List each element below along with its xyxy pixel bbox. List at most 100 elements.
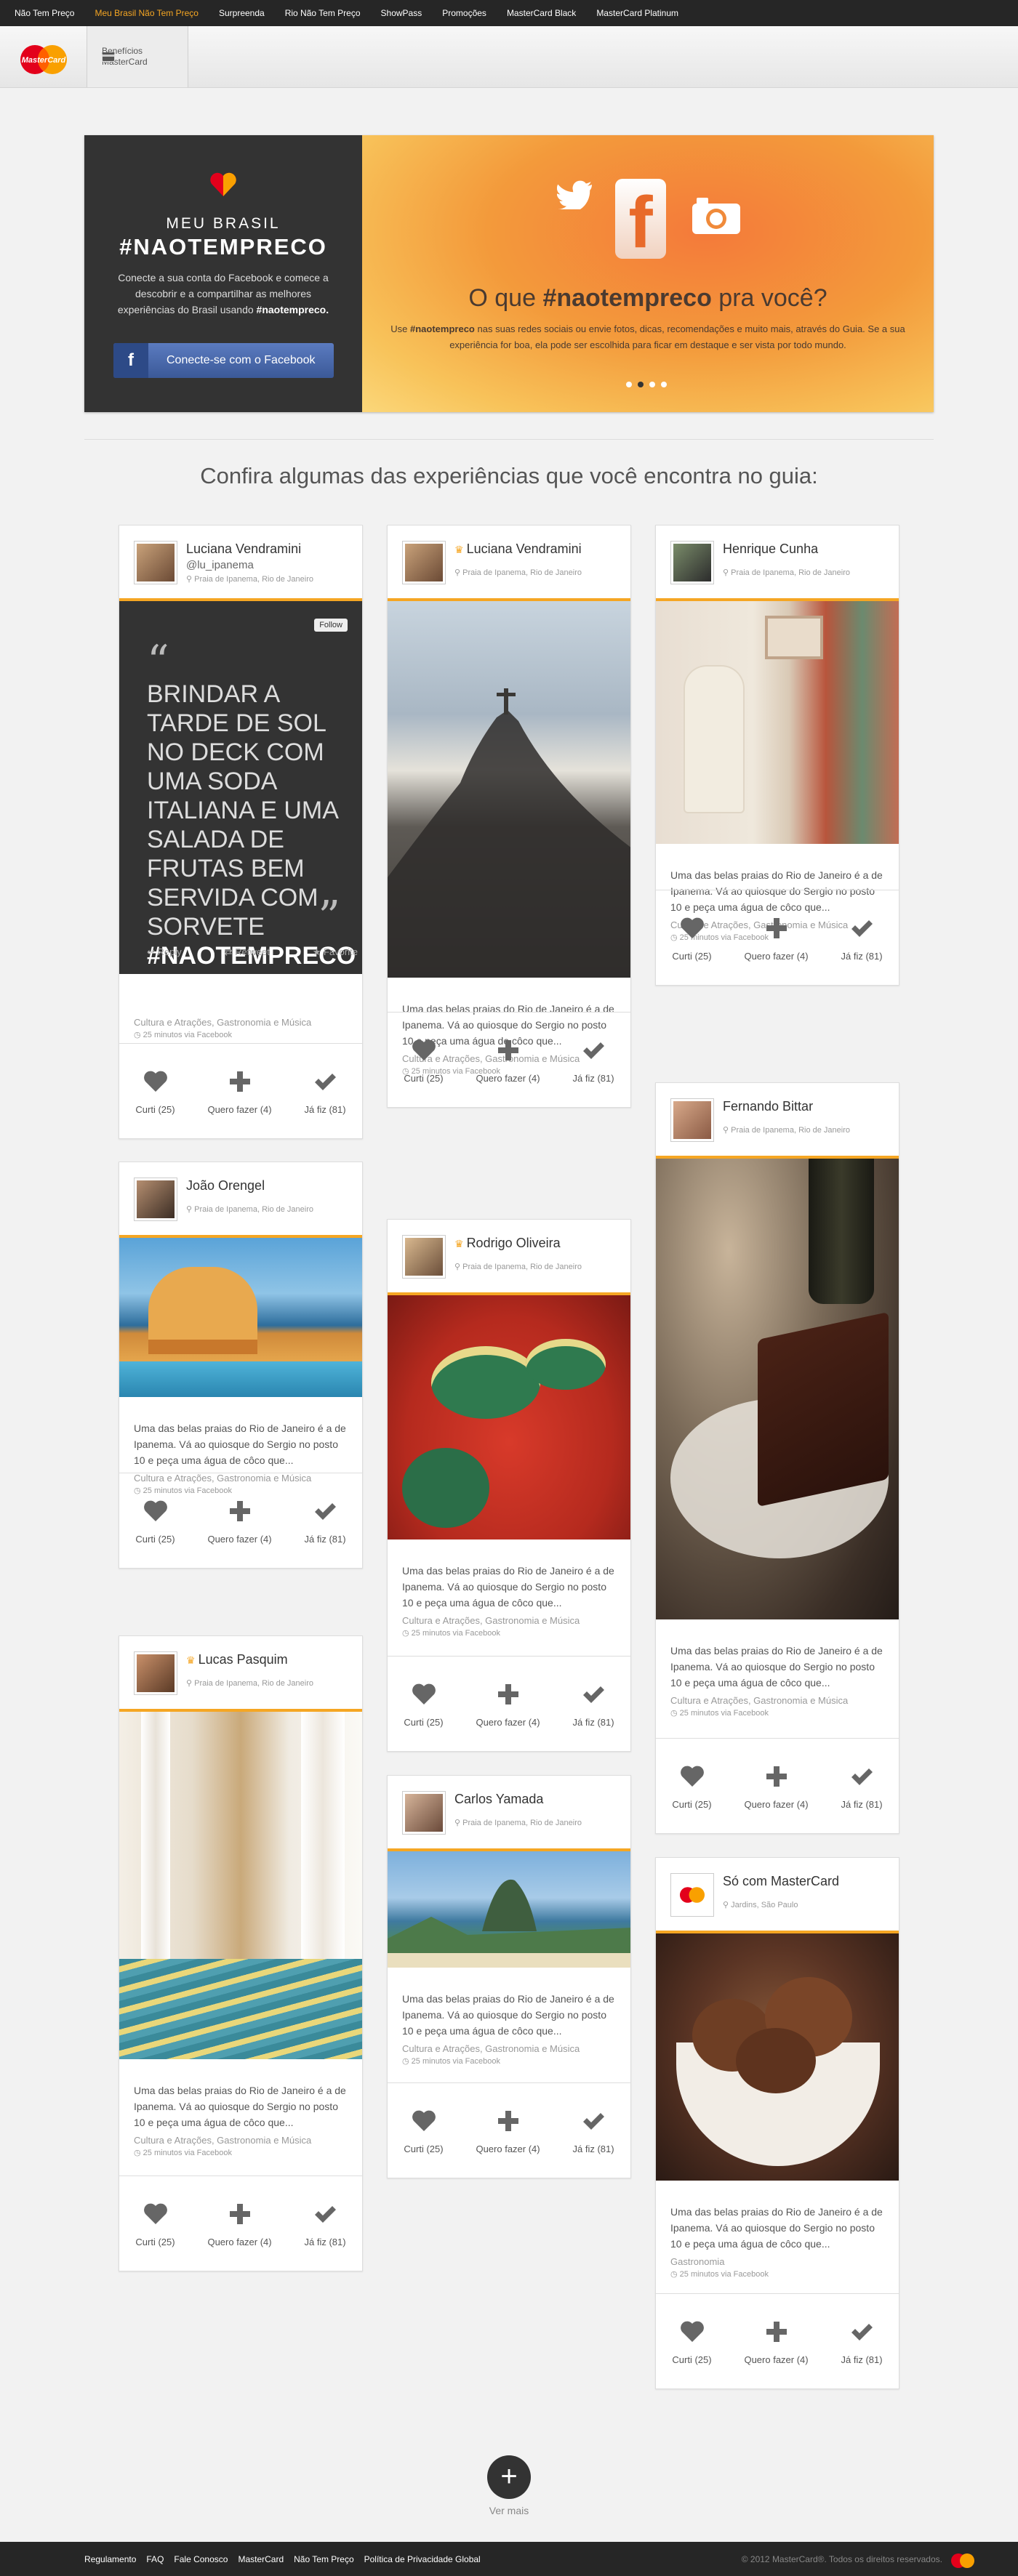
- want-button[interactable]: Quero fazer (4): [476, 1038, 540, 1084]
- like-button[interactable]: Curti (25): [404, 1038, 444, 1084]
- nav-promocoes[interactable]: Promoções: [442, 8, 486, 18]
- want-button[interactable]: Quero fazer (4): [476, 2109, 540, 2154]
- experience-card[interactable]: ♛ Lucas Pasquim ⚲ Praia de Ipanema, Rio d…: [119, 1635, 363, 2271]
- nav-nao-tem-preco[interactable]: Não Tem Preço: [15, 8, 74, 18]
- author-name[interactable]: Henrique Cunha: [723, 542, 818, 557]
- like-button[interactable]: Curti (25): [672, 1764, 712, 1810]
- want-button[interactable]: Quero fazer (4): [207, 2202, 272, 2247]
- done-button[interactable]: Já fiz (81): [841, 1764, 883, 1810]
- footer-link-contato[interactable]: Fale Conosco: [174, 2554, 228, 2564]
- card-actions: Curti (25) Quero fazer (4) Já fiz (81): [388, 1656, 630, 1751]
- card-categories[interactable]: Cultura e Atrações, Gastronomia e Música: [670, 1695, 884, 1706]
- nav-showpass[interactable]: ShowPass: [381, 8, 422, 18]
- card-photo-clothing[interactable]: [656, 601, 899, 844]
- footer-link-mastercard[interactable]: MasterCard: [238, 2554, 284, 2564]
- avatar[interactable]: [403, 1792, 445, 1834]
- author-name[interactable]: Luciana Vendramini: [186, 542, 301, 557]
- experience-card[interactable]: ♛ Luciana Vendramini ⚲ Praia de Ipanema, …: [387, 525, 631, 1108]
- author-name[interactable]: ♛ Rodrigo Oliveira: [454, 1236, 561, 1251]
- experience-card[interactable]: Henrique Cunha ⚲ Praia de Ipanema, Rio d…: [655, 525, 899, 986]
- avatar[interactable]: [403, 1236, 445, 1278]
- facebook-connect-button[interactable]: f Conecte-se com o Facebook: [113, 343, 334, 378]
- footer-link-regulamento[interactable]: Regulamento: [84, 2554, 136, 2564]
- card-categories[interactable]: Cultura e Atrações, Gastronomia e Música: [134, 1017, 348, 1028]
- card-categories[interactable]: Cultura e Atrações, Gastronomia e Música: [402, 2043, 616, 2054]
- plus-icon: [766, 1766, 787, 1787]
- load-more-button[interactable]: +: [487, 2455, 531, 2499]
- done-button[interactable]: Já fiz (81): [304, 1499, 346, 1545]
- author-name[interactable]: Fernando Bittar: [723, 1099, 813, 1114]
- experience-card[interactable]: João Orengel ⚲ Praia de Ipanema, Rio de …: [119, 1162, 363, 1569]
- carousel-dot-active[interactable]: [638, 382, 644, 387]
- done-button[interactable]: Já fiz (81): [841, 2319, 883, 2365]
- avatar[interactable]: [135, 1178, 177, 1220]
- like-button[interactable]: Curti (25): [135, 1069, 175, 1115]
- done-button[interactable]: Já fiz (81): [304, 2202, 346, 2247]
- card-categories[interactable]: Gastronomia: [670, 2256, 884, 2267]
- like-button[interactable]: Curti (25): [672, 916, 712, 962]
- card-categories[interactable]: Cultura e Atrações, Gastronomia e Música: [402, 1615, 616, 1626]
- card-photo-cake[interactable]: [656, 1159, 899, 1619]
- done-button[interactable]: Já fiz (81): [841, 916, 883, 962]
- author-name[interactable]: ♛ Lucas Pasquim: [186, 1652, 288, 1667]
- card-categories[interactable]: Cultura e Atrações, Gastronomia e Música: [134, 2135, 348, 2146]
- nav-rio[interactable]: Rio Não Tem Preço: [285, 8, 361, 18]
- card-photo-house[interactable]: [119, 1238, 362, 1397]
- like-button[interactable]: Curti (25): [135, 2202, 175, 2247]
- experience-card[interactable]: Carlos Yamada ⚲ Praia de Ipanema, Rio de…: [387, 1775, 631, 2178]
- card-time: ◷ 25 minutos via Facebook: [670, 2270, 769, 2279]
- want-button[interactable]: Quero fazer (4): [744, 1764, 809, 1810]
- avatar[interactable]: [135, 1652, 177, 1694]
- footer-mastercard-logo[interactable]: [948, 2552, 977, 2569]
- footer-link-nao-tem-preco[interactable]: Não Tem Preço: [294, 2554, 353, 2564]
- twitter-follow-button[interactable]: Follow: [314, 619, 348, 632]
- beneficios-link[interactable]: Benefícios MasterCard: [87, 26, 188, 87]
- want-button[interactable]: Quero fazer (4): [744, 916, 809, 962]
- experience-card-quote[interactable]: Luciana Vendramini @lu_ipanema ⚲ Praia d…: [119, 525, 363, 1139]
- want-button[interactable]: Quero fazer (4): [476, 1682, 540, 1728]
- reply-button[interactable]: ↩ Reply: [147, 946, 182, 958]
- like-button[interactable]: Curti (25): [672, 2319, 712, 2365]
- card-photo-deck[interactable]: [119, 1712, 362, 2059]
- nav-meu-brasil[interactable]: Meu Brasil Não Tem Preço: [95, 8, 199, 18]
- nav-platinum[interactable]: MasterCard Platinum: [596, 8, 678, 18]
- carousel-dot[interactable]: [626, 382, 632, 387]
- done-button[interactable]: Já fiz (81): [304, 1069, 346, 1115]
- want-button[interactable]: Quero fazer (4): [744, 2319, 809, 2365]
- done-button[interactable]: Já fiz (81): [572, 2109, 614, 2154]
- experience-card[interactable]: Só com MasterCard ⚲ Jardins, São Paulo U…: [655, 1857, 899, 2389]
- want-button[interactable]: Quero fazer (4): [207, 1069, 272, 1115]
- carousel-dot[interactable]: [649, 382, 655, 387]
- card-photo-corcovado[interactable]: [388, 601, 630, 978]
- like-button[interactable]: Curti (25): [404, 2109, 444, 2154]
- mastercard-logo[interactable]: MasterCard: [15, 42, 73, 77]
- avatar[interactable]: [671, 1099, 713, 1141]
- experience-card[interactable]: Fernando Bittar ⚲ Praia de Ipanema, Rio …: [655, 1082, 899, 1834]
- nav-surpreenda[interactable]: Surpreenda: [219, 8, 265, 18]
- avatar[interactable]: [403, 542, 445, 584]
- author-name[interactable]: João Orengel: [186, 1178, 265, 1194]
- retweet-button[interactable]: ⇄ Retweet: [225, 946, 270, 958]
- favorite-button[interactable]: ★ Favorite: [313, 946, 358, 958]
- author-name[interactable]: Carlos Yamada: [454, 1792, 543, 1807]
- card-photo-ice-cream[interactable]: [656, 1933, 899, 2181]
- card-photo-food[interactable]: [388, 1295, 630, 1539]
- like-button[interactable]: Curti (25): [404, 1682, 444, 1728]
- author-name[interactable]: ♛ Luciana Vendramini: [454, 542, 582, 557]
- footer-link-faq[interactable]: FAQ: [146, 2554, 164, 2564]
- like-button[interactable]: Curti (25): [135, 1499, 175, 1545]
- experience-card[interactable]: ♛ Rodrigo Oliveira ⚲ Praia de Ipanema, Ri…: [387, 1219, 631, 1752]
- footer-link-privacidade[interactable]: Política de Privacidade Global: [364, 2554, 481, 2564]
- nav-black[interactable]: MasterCard Black: [507, 8, 576, 18]
- author-handle[interactable]: @lu_ipanema: [186, 559, 254, 571]
- author-name[interactable]: Só com MasterCard: [723, 1874, 839, 1889]
- card-photo-rio[interactable]: [388, 1851, 630, 1968]
- done-button[interactable]: Já fiz (81): [572, 1682, 614, 1728]
- want-button[interactable]: Quero fazer (4): [207, 1499, 272, 1545]
- done-button[interactable]: Já fiz (81): [572, 1038, 614, 1084]
- avatar[interactable]: [135, 542, 177, 584]
- avatar[interactable]: [671, 542, 713, 584]
- carousel-dot[interactable]: [661, 382, 667, 387]
- load-more-label[interactable]: Ver mais: [473, 2505, 545, 2516]
- mastercard-avatar[interactable]: [671, 1874, 713, 1916]
